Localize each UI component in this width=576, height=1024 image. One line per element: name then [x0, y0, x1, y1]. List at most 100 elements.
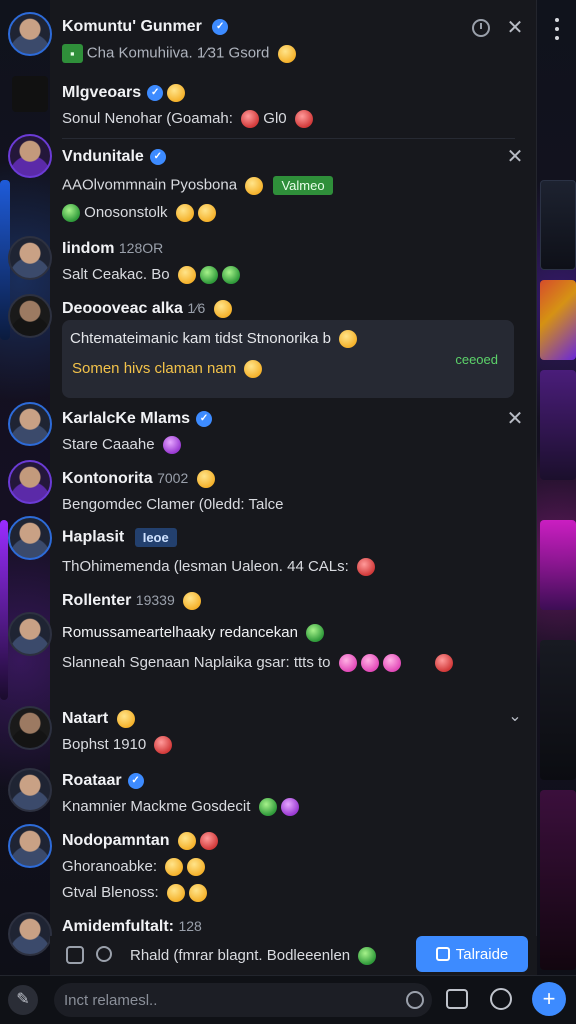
emoji-icon: [258, 798, 277, 817]
emoji-icon: [356, 558, 375, 577]
emoji-icon: [196, 470, 215, 488]
message-text: Gtval Blenoss:: [62, 884, 207, 903]
quote-line: Chtemateimanic kam tidst Stnonorika b: [70, 330, 358, 349]
verified-badge-icon: ✓: [196, 410, 213, 427]
verified-badge-icon: ✓: [147, 85, 164, 101]
background-decoration: [0, 520, 8, 700]
composer-text[interactable]: Rhald (fmrar blagnt. Bodleeenlen: [130, 947, 377, 966]
emoji-icon: [62, 204, 80, 223]
message-author: Nodopamntan: [62, 832, 218, 850]
emoji-icon: [200, 832, 218, 850]
avatar[interactable]: [8, 612, 52, 656]
avatar[interactable]: [8, 236, 52, 280]
message-author: Rollenter 19339: [62, 592, 202, 610]
reply-button[interactable]: Talraide: [416, 936, 528, 972]
emoji-icon: [294, 110, 313, 129]
message-text: Onosonstolk: [62, 204, 216, 223]
send-button[interactable]: +: [532, 982, 566, 1016]
emoji-icon: [165, 858, 184, 877]
game-tag[interactable]: Valmeo: [273, 176, 333, 195]
message-input-bar: ✎ Inct relamesl.. +: [0, 975, 576, 1024]
emoji-icon: [277, 44, 296, 63]
avatar[interactable]: [8, 294, 52, 338]
avatar[interactable]: [8, 402, 52, 446]
search-icon[interactable]: [96, 946, 112, 962]
avatar[interactable]: [8, 12, 52, 56]
message-text: Bengomdec Clamer (0ledd: Talce: [62, 496, 284, 513]
message-input[interactable]: Inct relamesl..: [54, 983, 432, 1017]
message-text: AAOlvommnain Pyosbona Valmeo: [62, 176, 333, 195]
avatar[interactable]: [8, 134, 52, 178]
gif-icon[interactable]: [446, 989, 468, 1009]
message-author: Romussameartelhaaky redancekan: [62, 624, 325, 643]
emoji-icon: [306, 624, 325, 643]
emoji-icon: [116, 710, 135, 728]
avatar[interactable]: [8, 912, 52, 956]
message-author: Haplasit Ieoe: [62, 528, 177, 547]
message-author: KarlalcKe Mlams ✓: [62, 410, 213, 428]
message-text: Salt Ceakac. Bo: [62, 266, 240, 285]
message-text: Slanneah Sgenaan Naplaika gsar: ttts to: [62, 654, 453, 673]
background-decoration: [540, 520, 576, 610]
emoji-icon: [358, 947, 377, 966]
quoted-message[interactable]: Chtemateimanic kam tidst Stnonorika b So…: [62, 320, 514, 398]
avatar[interactable]: [8, 824, 52, 868]
emoji-icon: [221, 266, 240, 285]
chat-title: Komuntu' Gunmer ✓: [62, 18, 229, 36]
message-text: Ghoranoabke:: [62, 858, 206, 877]
close-button[interactable]: ✕: [506, 409, 524, 429]
emoji-icon: [241, 110, 260, 129]
emoji-icon: [162, 436, 181, 455]
background-decoration: [540, 790, 576, 970]
background-decoration: [540, 180, 576, 270]
message-text: Bophst 1910: [62, 736, 173, 755]
emoji-icon: [338, 654, 357, 673]
emoji-icon: [178, 832, 196, 850]
quote-meta: ceeoed: [455, 352, 498, 367]
reply-composer: Rhald (fmrar blagnt. Bodleeenlen Talraid…: [50, 936, 537, 976]
emoji-picker-icon[interactable]: [406, 991, 424, 1009]
online-badge-icon: ▪: [62, 44, 83, 63]
close-button[interactable]: ✕: [506, 18, 524, 38]
emoji-icon: [280, 798, 299, 817]
chevron-down-icon[interactable]: ⌄: [506, 708, 524, 726]
message-text: ThOhimemenda (lesman Ualeon. 44 CALs:: [62, 558, 375, 577]
attachment-icon[interactable]: [66, 946, 84, 964]
message-text: Knamnier Mackme Gosdecit: [62, 798, 299, 817]
status-badge: Ieoe: [134, 528, 177, 547]
emoji-icon: [167, 84, 186, 102]
message-author: Roataar ✓: [62, 772, 144, 790]
emoji-icon: [177, 266, 196, 285]
avatar[interactable]: [8, 706, 52, 750]
emoji-icon: [197, 204, 216, 223]
quote-line: Somen hivs claman nam: [72, 360, 263, 379]
background-decoration: [540, 640, 576, 780]
verified-badge-icon: ✓: [212, 18, 229, 35]
avatar[interactable]: [8, 768, 52, 812]
avatar[interactable]: [8, 460, 52, 504]
avatar[interactable]: [8, 516, 52, 560]
message-author: Kontonorita 7002: [62, 470, 215, 488]
emoji-icon: [245, 176, 264, 195]
emoji-icon: [244, 360, 263, 379]
sticker-icon[interactable]: [490, 988, 512, 1010]
emoji-icon: [360, 654, 379, 673]
emoji-icon: [382, 654, 401, 673]
message-author: Iindom 128OR: [62, 240, 164, 257]
clock-icon[interactable]: [472, 19, 490, 37]
emoji-icon: [213, 300, 232, 318]
close-button[interactable]: ✕: [506, 147, 524, 167]
message-text: Stare Caaahe: [62, 436, 181, 455]
message-text: Sonul Nenohar (Goamah: Gl0: [62, 110, 313, 129]
avatar[interactable]: [12, 76, 48, 112]
emoji-icon: [183, 592, 202, 610]
emoji-icon: [188, 884, 207, 903]
emoji-icon: [339, 330, 358, 349]
verified-badge-icon: ✓: [127, 772, 144, 789]
background-decoration: [540, 370, 576, 480]
more-options-icon[interactable]: [552, 18, 562, 40]
background-decoration: [540, 280, 576, 360]
attach-icon[interactable]: ✎: [8, 985, 38, 1015]
message-author: Natart: [62, 710, 135, 728]
message-author: Vndunitale ✓: [62, 148, 166, 166]
